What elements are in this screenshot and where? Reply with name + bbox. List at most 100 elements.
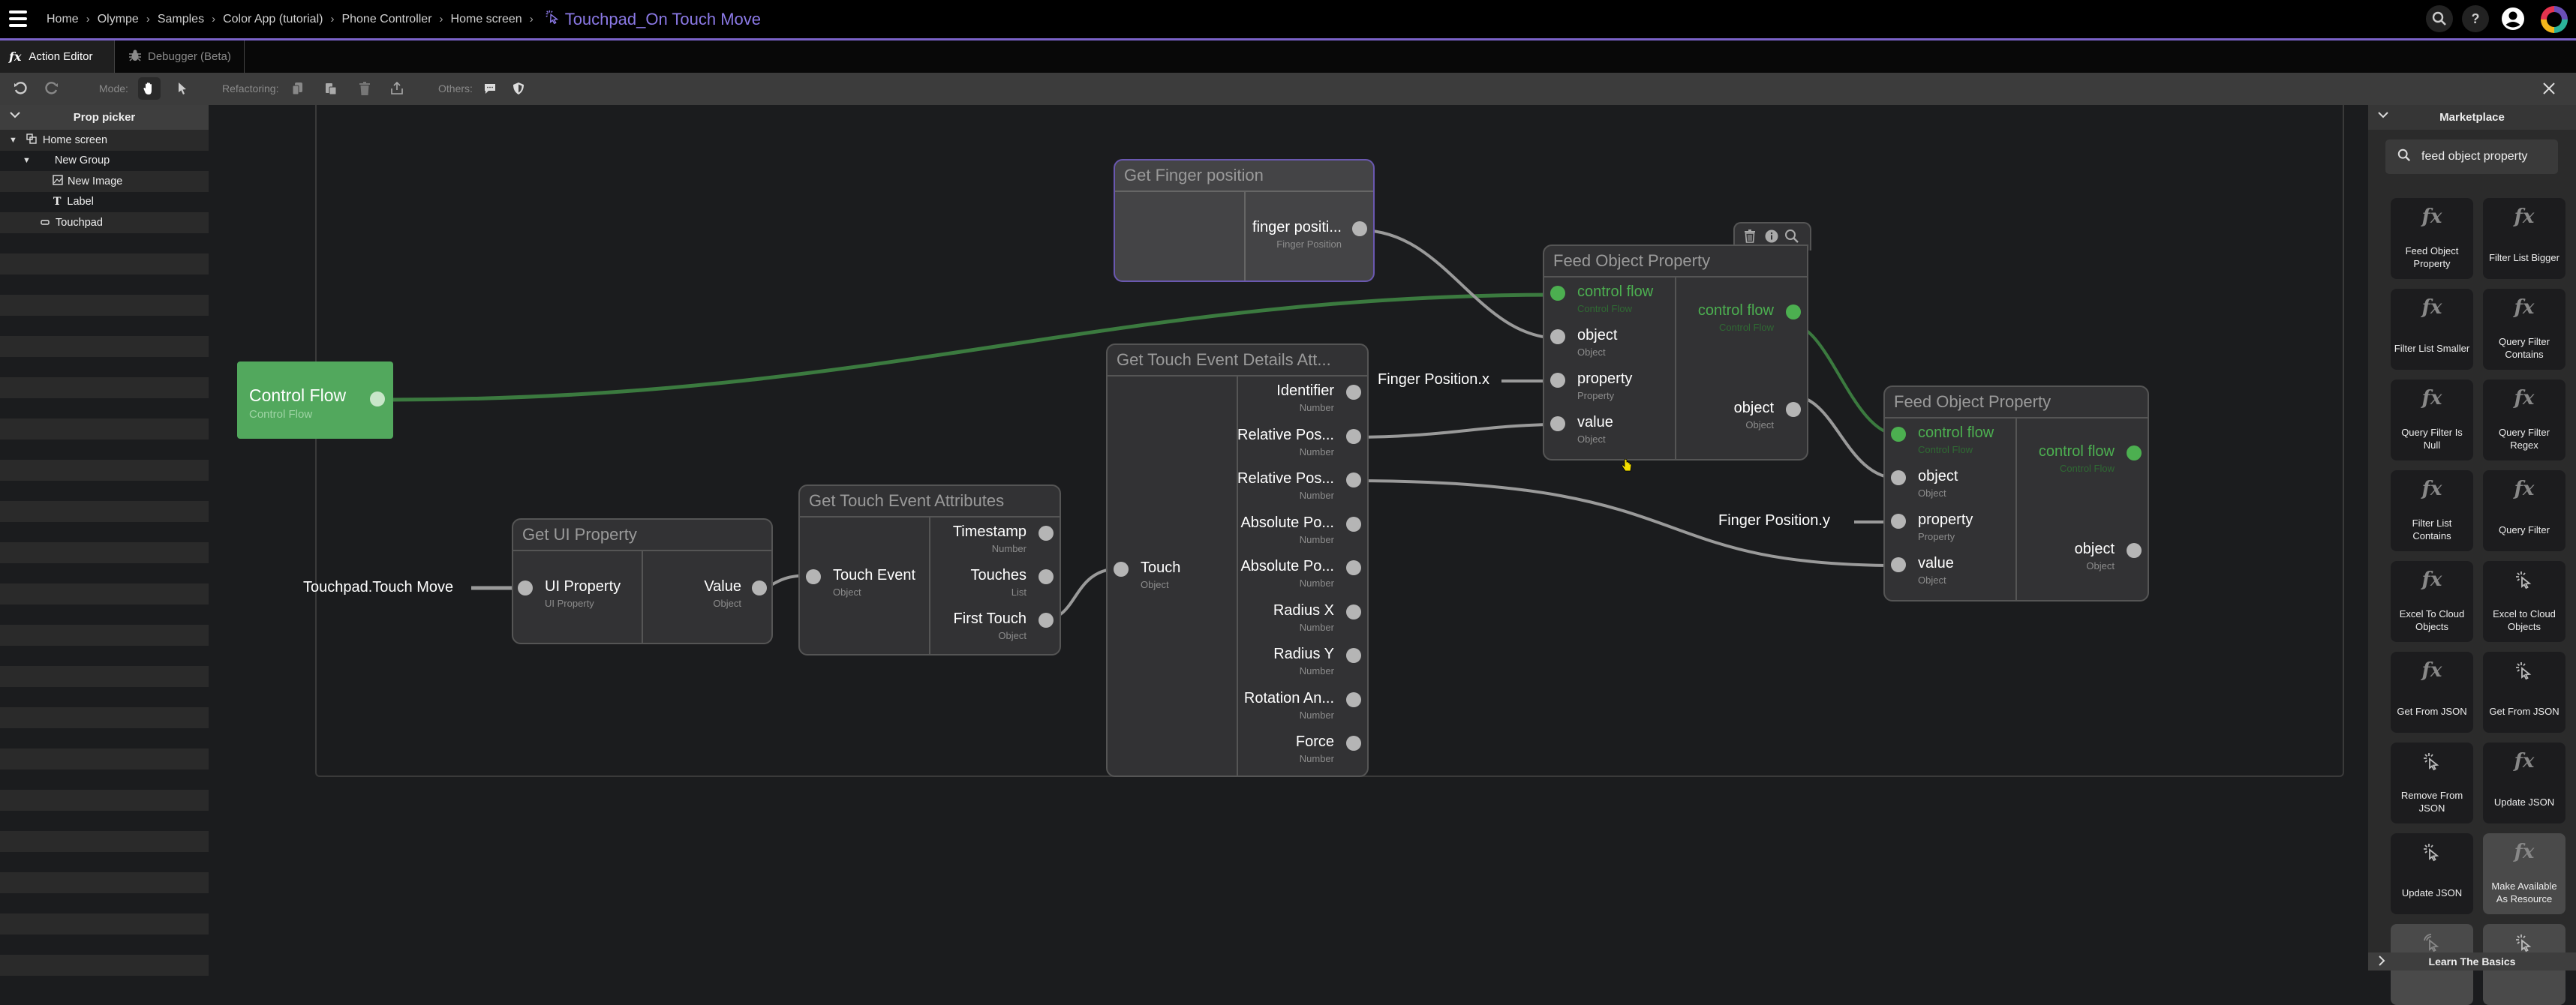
redo-icon[interactable] bbox=[42, 79, 62, 98]
fx-icon: fx bbox=[9, 50, 22, 64]
duplicate-icon[interactable] bbox=[288, 79, 308, 98]
comment-icon[interactable] bbox=[480, 79, 500, 98]
marketplace-item[interactable]: fx Query Filter Is Null bbox=[2391, 380, 2473, 460]
output-port[interactable] bbox=[1352, 221, 1367, 236]
expand-caret-icon[interactable]: ▼ bbox=[23, 156, 31, 165]
feed-object-property-node-2[interactable]: Feed Object Property control flow Control… bbox=[1883, 386, 2149, 602]
tab-debugger[interactable]: Debugger (Beta) bbox=[115, 40, 245, 73]
breadcrumb-phone-controller[interactable]: Phone Controller bbox=[341, 13, 431, 26]
marketplace-item[interactable]: fx Query Filter bbox=[2483, 470, 2565, 551]
output-port[interactable] bbox=[752, 580, 767, 596]
output-port[interactable] bbox=[1346, 692, 1361, 707]
output-port[interactable] bbox=[1346, 736, 1361, 751]
marketplace-search-input[interactable]: feed object property bbox=[2385, 140, 2558, 174]
input-port[interactable] bbox=[1550, 416, 1565, 431]
close-icon[interactable] bbox=[2539, 79, 2559, 98]
output-port[interactable] bbox=[2127, 446, 2142, 460]
output-port[interactable] bbox=[1346, 648, 1361, 663]
marketplace-item[interactable]: fx Feed Object Property bbox=[2391, 198, 2473, 279]
input-port[interactable] bbox=[1550, 286, 1565, 301]
marketplace-item[interactable]: fx Query Filter Regex bbox=[2483, 380, 2565, 460]
output-port[interactable] bbox=[1346, 516, 1361, 532]
input-port[interactable] bbox=[518, 580, 533, 596]
breadcrumb-olympe[interactable]: Olympe bbox=[98, 13, 139, 26]
input-port[interactable] bbox=[806, 569, 821, 584]
marketplace-item[interactable]: Remove From JSON bbox=[2391, 742, 2473, 824]
marketplace-header[interactable]: Marketplace bbox=[2368, 105, 2576, 130]
breadcrumb-color-app[interactable]: Color App (tutorial) bbox=[223, 13, 323, 26]
breadcrumb-samples[interactable]: Samples bbox=[158, 13, 204, 26]
output-port[interactable] bbox=[1346, 428, 1361, 444]
output-port[interactable] bbox=[1039, 569, 1054, 584]
breadcrumb-home[interactable]: Home bbox=[47, 13, 79, 26]
output-port[interactable] bbox=[1786, 304, 1801, 320]
marketplace-item[interactable]: fx Excel To Cloud Objects bbox=[2391, 561, 2473, 642]
input-port[interactable] bbox=[1891, 514, 1906, 529]
input-port[interactable] bbox=[1891, 557, 1906, 572]
marketplace-item[interactable]: Update JSON bbox=[2391, 833, 2473, 914]
marketplace-item[interactable]: fx Make Available As Resource bbox=[2483, 833, 2565, 914]
tree-item-new-group[interactable]: ▼ New Group bbox=[0, 151, 209, 172]
export-icon[interactable] bbox=[387, 79, 407, 98]
expand-caret-icon[interactable]: ▼ bbox=[9, 136, 17, 145]
control-flow-node[interactable]: Control Flow Control Flow bbox=[237, 362, 393, 439]
learn-the-basics-bar[interactable]: Learn The Basics bbox=[2368, 952, 2576, 970]
marketplace-item[interactable]: Get From JSON bbox=[2483, 652, 2565, 733]
control-flow-output-port[interactable] bbox=[370, 392, 385, 406]
get-ui-property-node[interactable]: Get UI Property UI Property UI Property … bbox=[512, 518, 773, 644]
account-icon[interactable] bbox=[2501, 7, 2525, 31]
empty-tree-row bbox=[0, 831, 209, 852]
marketplace-item[interactable]: fx Update JSON bbox=[2483, 742, 2565, 824]
input-port[interactable] bbox=[1891, 427, 1906, 442]
constant-finger-y[interactable]: Finger Position.y bbox=[1718, 512, 1830, 530]
input-port[interactable] bbox=[1550, 373, 1565, 388]
chevron-down-icon[interactable] bbox=[9, 109, 21, 124]
output-port[interactable] bbox=[1786, 402, 1801, 417]
get-touch-event-details-node[interactable]: Get Touch Event Details Att... Touch Obj… bbox=[1106, 344, 1369, 777]
shield-icon[interactable] bbox=[509, 79, 528, 98]
empty-tree-row bbox=[0, 336, 209, 357]
feed-object-property-node-1[interactable]: Feed Object Property control flow Control… bbox=[1543, 244, 1808, 460]
hand-mode-icon[interactable] bbox=[138, 77, 161, 100]
prop-picker-header[interactable]: Prop picker bbox=[0, 105, 209, 130]
output-port[interactable] bbox=[1346, 472, 1361, 488]
marketplace-item[interactable]: fx Filter List Smaller bbox=[2391, 289, 2473, 370]
breadcrumb-home-screen[interactable]: Home screen bbox=[451, 13, 522, 26]
marketplace-item[interactable]: Excel to Cloud Objects bbox=[2483, 561, 2565, 642]
output-port[interactable] bbox=[1039, 526, 1054, 541]
output-port[interactable] bbox=[1346, 560, 1361, 575]
marketplace-item[interactable]: fx Query Filter Contains bbox=[2483, 289, 2565, 370]
constant-touch-move[interactable]: Touchpad.Touch Move bbox=[303, 579, 453, 596]
input-port[interactable] bbox=[1114, 562, 1129, 577]
input-port[interactable] bbox=[1891, 470, 1906, 485]
get-finger-position-node[interactable]: Get Finger position finger positi... Fin… bbox=[1114, 159, 1375, 282]
delete-icon[interactable] bbox=[355, 79, 374, 98]
search-icon[interactable] bbox=[2426, 5, 2453, 32]
marketplace-panel: Marketplace feed object property fx Feed … bbox=[2368, 105, 2576, 1005]
marketplace-item[interactable]: fx Filter List Bigger bbox=[2483, 198, 2565, 279]
select-mode-icon[interactable] bbox=[173, 79, 192, 98]
undo-icon[interactable] bbox=[11, 79, 30, 98]
action-canvas[interactable]: Control Flow Control Flow Touchpad.Touch… bbox=[209, 105, 2368, 970]
output-port[interactable] bbox=[1346, 385, 1361, 400]
tab-action-editor[interactable]: fx Action Editor bbox=[0, 40, 115, 73]
help-icon[interactable]: ? bbox=[2462, 5, 2489, 32]
paste-icon[interactable] bbox=[321, 79, 341, 98]
tree-item-label[interactable]: T Label bbox=[0, 192, 209, 213]
input-port[interactable] bbox=[1550, 329, 1565, 344]
app-logo[interactable] bbox=[2538, 4, 2570, 35]
output-port[interactable] bbox=[1039, 613, 1054, 628]
get-touch-event-attributes-node[interactable]: Get Touch Event Attributes Touch Event O… bbox=[798, 484, 1061, 656]
tree-item-touchpad[interactable]: Touchpad bbox=[0, 212, 209, 233]
menu-icon[interactable] bbox=[9, 9, 27, 28]
marketplace-item[interactable]: fx Filter List Contains bbox=[2391, 470, 2473, 551]
marketplace-item[interactable]: fx Get From JSON bbox=[2391, 652, 2473, 733]
chevron-down-icon[interactable] bbox=[2377, 109, 2389, 124]
constant-finger-x[interactable]: Finger Position.x bbox=[1378, 371, 1489, 388]
marketplace-item-label: Query Filter Regex bbox=[2499, 427, 2550, 451]
output-port[interactable] bbox=[1346, 604, 1361, 620]
app-header: Home › Olympe › Samples › Color App (tutori… bbox=[0, 0, 2576, 40]
output-port[interactable] bbox=[2127, 543, 2142, 558]
tree-item-new-image[interactable]: New Image bbox=[0, 171, 209, 192]
tree-item-home-screen[interactable]: ▼ Home screen bbox=[0, 130, 209, 151]
